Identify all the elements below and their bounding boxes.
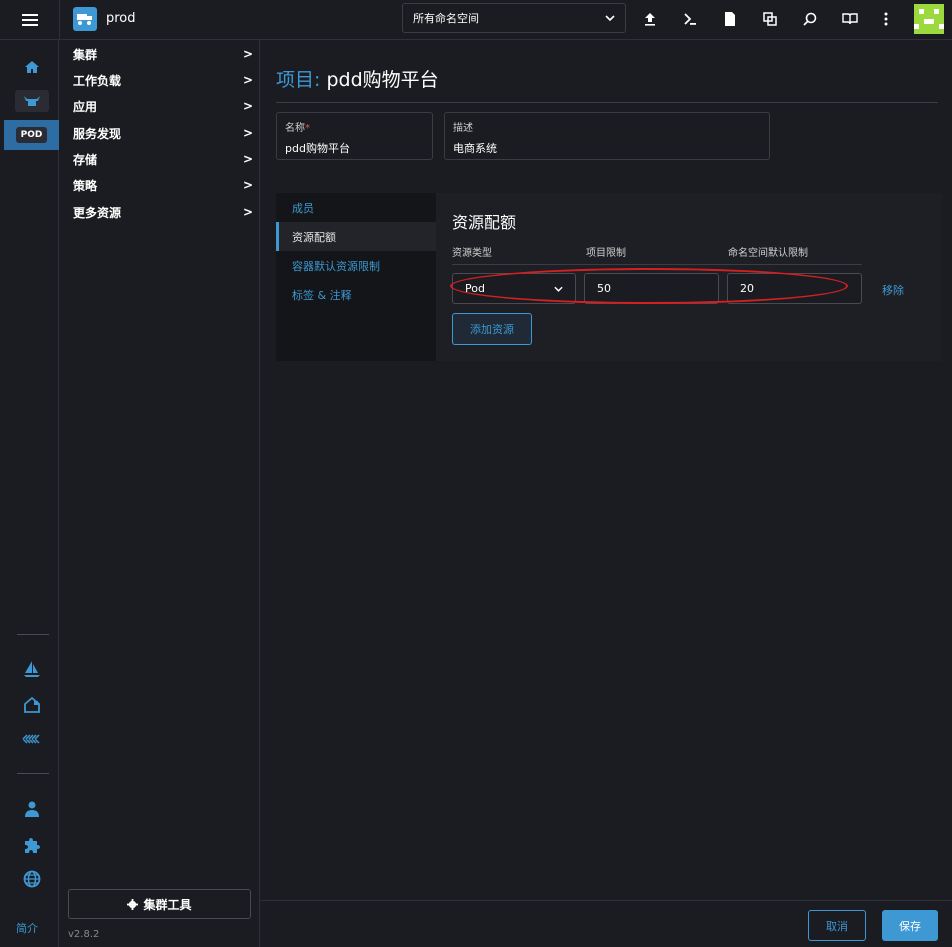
rancher-cluster-button[interactable] <box>4 86 59 116</box>
avatar[interactable] <box>914 4 944 34</box>
section-title: 资源配额 <box>452 213 517 232</box>
cluster-name: prod <box>106 11 136 26</box>
save-button[interactable]: 保存 <box>882 910 938 941</box>
nav-item-label: 更多资源 <box>73 205 122 220</box>
chevron-down-icon <box>605 15 615 21</box>
description-field[interactable]: 描述 电商系统 <box>444 112 770 160</box>
nav-item-cluster[interactable]: 集群 > <box>73 44 253 64</box>
footer-bar: 取消 保存 <box>260 900 952 947</box>
top-header: prod 所有命名空间 <box>0 0 952 40</box>
name-field-value: pdd购物平台 <box>285 142 350 155</box>
cluster-logo-icon <box>73 7 97 31</box>
name-field-label: 名称 <box>285 123 305 134</box>
search-icon[interactable] <box>801 10 819 28</box>
page-title-name: pdd购物平台 <box>326 69 439 91</box>
hamburger-icon <box>21 14 38 26</box>
page-title: 项目: pdd购物平台 <box>276 65 439 92</box>
description-field-label: 描述 <box>453 123 473 134</box>
remove-resource-link[interactable]: 移除 <box>882 282 904 298</box>
page-title-prefix[interactable]: 项目: <box>276 69 320 91</box>
nav-item-service-discovery[interactable]: 服务发现 > <box>73 123 253 143</box>
version-label: v2.8.2 <box>68 929 100 940</box>
tab-resource-quotas[interactable]: 资源配额 <box>276 222 436 251</box>
nav-item-label: 应用 <box>73 99 98 114</box>
nav-item-apps[interactable]: 应用 > <box>73 96 253 116</box>
terminal-icon[interactable] <box>681 10 699 28</box>
header-divider <box>452 264 862 265</box>
red-annotation-ellipse <box>450 268 848 304</box>
nav-item-more-resources[interactable]: 更多资源 > <box>73 202 253 222</box>
extensions-button[interactable] <box>4 724 59 754</box>
rail-divider <box>17 634 49 635</box>
copy-icon[interactable] <box>761 10 779 28</box>
nav-item-label: 策略 <box>73 178 98 193</box>
chevron-right-icon: > <box>242 73 253 87</box>
col-header-project-limit: 项目限制 <box>586 248 626 259</box>
chevron-right-icon: > <box>242 178 253 192</box>
col-header-namespace-limit: 命名空间默认限制 <box>728 248 808 259</box>
col-header-resource-type: 资源类型 <box>452 248 492 259</box>
global-settings-button[interactable] <box>4 864 59 894</box>
pod-badge: POD <box>15 127 48 143</box>
chevron-right-icon: > <box>242 126 253 140</box>
nav-item-label: 存储 <box>73 152 98 167</box>
nav-item-label: 集群 <box>73 47 98 62</box>
left-rail: POD 简介 <box>4 40 59 947</box>
virtualization-button[interactable] <box>4 690 59 720</box>
chevron-right-icon: > <box>242 99 253 113</box>
users-button[interactable] <box>4 794 59 824</box>
cattle-icon <box>23 96 40 106</box>
globe-icon <box>23 870 40 888</box>
add-resource-button[interactable]: 添加资源 <box>452 313 532 345</box>
name-field[interactable]: 名称* pdd购物平台 <box>276 112 433 160</box>
cancel-button[interactable]: 取消 <box>808 910 866 941</box>
tab-labels-annotations[interactable]: 标签 & 注释 <box>276 280 436 309</box>
pod-cluster-button[interactable]: POD <box>4 120 59 150</box>
namespace-select[interactable]: 所有命名空间 <box>402 3 626 33</box>
nav-item-label: 工作负载 <box>73 73 122 88</box>
file-icon[interactable] <box>721 10 739 28</box>
namespace-select-value: 所有命名空间 <box>413 12 479 25</box>
menu-toggle-button[interactable] <box>0 0 60 40</box>
gear-icon <box>127 898 139 910</box>
side-tabs: 成员 资源配额 容器默认资源限制 标签 & 注释 <box>276 193 436 361</box>
nav-item-policy[interactable]: 策略 > <box>73 175 253 195</box>
name-field-label-row: 名称* <box>285 119 424 134</box>
book-icon[interactable] <box>841 10 859 28</box>
chevron-right-icon: > <box>242 152 253 166</box>
more-vert-icon[interactable] <box>877 10 895 28</box>
chevron-right-icon: > <box>242 47 253 61</box>
barn-icon <box>23 696 40 713</box>
main-content: 项目: pdd购物平台 名称* pdd购物平台 描述 电商系统 成员 资源配额 … <box>260 40 952 900</box>
tab-members[interactable]: 成员 <box>276 193 436 222</box>
title-divider <box>276 102 938 103</box>
user-icon <box>24 801 39 817</box>
home-icon <box>24 61 39 73</box>
nav-item-label: 服务发现 <box>73 126 122 141</box>
about-link[interactable]: 简介 <box>16 920 38 936</box>
extensions-puzzle-button[interactable] <box>4 830 59 860</box>
upload-icon[interactable] <box>641 10 659 28</box>
cluster-tools-button[interactable]: 集群工具 <box>68 889 251 919</box>
sailboat-icon <box>23 661 40 677</box>
chain-icon <box>21 734 40 744</box>
nav-item-storage[interactable]: 存储 > <box>73 149 253 169</box>
fleet-button[interactable] <box>4 654 59 684</box>
rail-divider <box>17 773 49 774</box>
cluster-tools-label: 集群工具 <box>143 897 192 912</box>
description-field-value: 电商系统 <box>453 142 497 155</box>
home-button[interactable] <box>4 52 59 82</box>
tab-container-default-limits[interactable]: 容器默认资源限制 <box>276 251 436 280</box>
required-mark: * <box>305 123 310 134</box>
nav-item-workloads[interactable]: 工作负载 > <box>73 70 253 90</box>
chevron-right-icon: > <box>242 205 253 219</box>
puzzle-icon <box>24 838 40 853</box>
side-nav: 集群 > 工作负载 > 应用 > 服务发现 > 存储 > 策略 > 更多资源 >… <box>60 40 260 947</box>
